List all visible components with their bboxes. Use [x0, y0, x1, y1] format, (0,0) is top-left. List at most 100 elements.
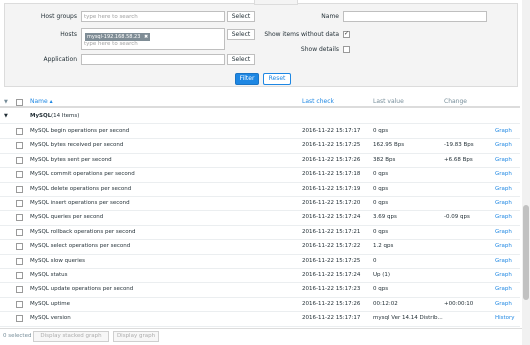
item-last-check: 2016-11-22 15:17:22 [302, 243, 361, 250]
row-checkbox[interactable] [16, 214, 23, 222]
name-column-header[interactable]: Name ▴ [30, 98, 53, 105]
row-checkbox[interactable] [16, 257, 23, 265]
item-action-link[interactable]: Graph [495, 286, 512, 292]
group-row-mysql[interactable]: ▼ MySQL (14 Items) [0, 109, 520, 124]
row-checkbox[interactable] [16, 171, 23, 179]
host-groups-input[interactable]: type here to search [81, 11, 225, 22]
item-action-link[interactable]: History [495, 315, 515, 321]
show-without-data-label: Show items without data [264, 31, 339, 38]
item-action-link[interactable]: Graph [495, 243, 512, 249]
row-checkbox[interactable] [16, 243, 23, 251]
item-change: -19.83 Bps [444, 142, 474, 149]
table-row: MySQL slow queries 2016-11-22 15:17:25 0 Gr… [0, 255, 520, 269]
item-last-check: 2016-11-22 15:17:23 [302, 286, 361, 293]
filter-tab[interactable] [254, 0, 298, 5]
hosts-label: Hosts [60, 31, 77, 38]
item-last-check: 2016-11-22 15:17:20 [302, 200, 361, 206]
row-checkbox[interactable] [16, 272, 23, 279]
table-row: MySQL uptime 2016-11-22 15:17:26 00:12:02 +… [0, 298, 520, 313]
host-tag-label: mysql-192.168.58.23 [87, 34, 141, 40]
item-action-link[interactable]: Graph [495, 128, 512, 134]
item-action-link[interactable]: Graph [495, 142, 512, 148]
footer-actions: 0 selected Display stacked graph Display… [0, 328, 530, 345]
item-change: -0.09 qps [444, 214, 470, 221]
table-row: MySQL bytes sent per second 2016-11-22 15… [0, 154, 520, 169]
row-checkbox[interactable] [16, 128, 23, 135]
filter-button[interactable]: Filter [235, 73, 259, 85]
row-checkbox[interactable] [16, 156, 23, 164]
item-name: MySQL delete operations per second [30, 185, 132, 192]
item-action-link[interactable]: Graph [495, 272, 512, 278]
table-row: MySQL status 2016-11-22 15:17:24 Up (1) Gra… [0, 269, 520, 284]
item-last-value: 1.2 qps [373, 243, 394, 250]
name-label: Name [321, 13, 339, 20]
item-last-value: 0 qps [373, 171, 389, 178]
item-change: +00:00:10 [444, 300, 474, 307]
item-name: MySQL status [30, 272, 68, 278]
last-check-column-header[interactable]: Last check [302, 98, 334, 105]
select-all-checkbox[interactable] [16, 99, 23, 106]
name-input[interactable] [343, 11, 487, 22]
item-last-check: 2016-11-22 15:17:21 [302, 228, 361, 235]
item-last-value: 0 qps [373, 185, 389, 192]
last-value-column-header: Last value [373, 98, 404, 105]
item-last-value: 162.95 Bps [373, 142, 405, 149]
row-checkbox[interactable] [16, 286, 23, 294]
application-input[interactable] [81, 54, 225, 65]
item-last-check: 2016-11-22 15:17:17 [302, 128, 361, 134]
item-last-value: 0 qps [373, 200, 389, 206]
row-checkbox[interactable] [16, 142, 23, 150]
show-details-checkbox[interactable] [343, 46, 350, 53]
item-last-value: Up (1) [373, 272, 391, 278]
row-checkbox[interactable] [16, 185, 23, 193]
table-row: MySQL commit operations per second 2016-1… [0, 168, 520, 183]
hosts-placeholder: type here to search [84, 41, 138, 47]
table-header: ▼ Name ▴ Last check Last value Change [0, 97, 520, 108]
host-tag: mysql-192.168.58.23 ✖ [85, 33, 151, 41]
table-row: MySQL bytes received per second 2016-11-2… [0, 139, 520, 154]
table-row: MySQL insert operations per second 2016-1… [0, 197, 520, 212]
table-row: MySQL begin operations per second 2016-11… [0, 125, 520, 140]
table-row: MySQL delete operations per second 2016-1… [0, 183, 520, 197]
row-checkbox[interactable] [16, 300, 23, 308]
row-checkbox[interactable] [16, 315, 23, 323]
table-row: MySQL select operations per second 2016-1… [0, 240, 520, 255]
scrollbar-thumb[interactable] [523, 205, 529, 300]
host-groups-select-button[interactable]: Select [227, 11, 255, 22]
item-action-link[interactable]: Graph [495, 157, 512, 163]
item-action-link[interactable]: Graph [495, 258, 512, 264]
row-checkbox[interactable] [16, 228, 23, 236]
item-name: MySQL rollback operations per second [30, 228, 136, 235]
item-name: MySQL update operations per second [30, 286, 134, 293]
item-last-value: 382 Bps [373, 156, 396, 163]
collapse-all-icon[interactable]: ▼ [4, 99, 8, 105]
table-row: MySQL update operations per second 2016-1… [0, 283, 520, 298]
reset-button[interactable]: Reset [263, 73, 291, 85]
item-name: MySQL commit operations per second [30, 171, 135, 178]
item-name: MySQL begin operations per second [30, 128, 130, 134]
item-last-check: 2016-11-22 15:17:26 [302, 156, 361, 163]
item-name: MySQL bytes sent per second [30, 156, 112, 163]
item-action-link[interactable]: Graph [495, 229, 512, 235]
item-action-link[interactable]: Graph [495, 214, 512, 220]
show-without-data-checkbox[interactable] [343, 30, 350, 38]
change-column-header: Change [444, 98, 467, 105]
item-change: +6.68 Bps [444, 156, 473, 163]
application-select-button[interactable]: Select [227, 54, 255, 65]
row-checkbox[interactable] [16, 200, 23, 207]
item-action-link[interactable]: Graph [495, 171, 512, 177]
display-stacked-graph-button[interactable]: Display stacked graph [33, 331, 109, 342]
hosts-select-button[interactable]: Select [227, 29, 255, 40]
item-action-link[interactable]: Graph [495, 186, 512, 192]
application-label: Application [43, 56, 77, 63]
remove-tag-icon[interactable]: ✖ [144, 34, 148, 40]
item-action-link[interactable]: Graph [495, 200, 512, 206]
display-graph-button[interactable]: Display graph [113, 331, 159, 342]
item-last-check: 2016-11-22 15:17:26 [302, 300, 361, 307]
item-name: MySQL select operations per second [30, 243, 131, 250]
item-action-link[interactable]: Graph [495, 301, 512, 307]
item-name: MySQL slow queries [30, 257, 86, 264]
selected-count: 0 selected [3, 333, 32, 339]
item-last-check: 2016-11-22 15:17:25 [302, 142, 361, 149]
group-collapse-icon[interactable]: ▼ [4, 113, 8, 119]
